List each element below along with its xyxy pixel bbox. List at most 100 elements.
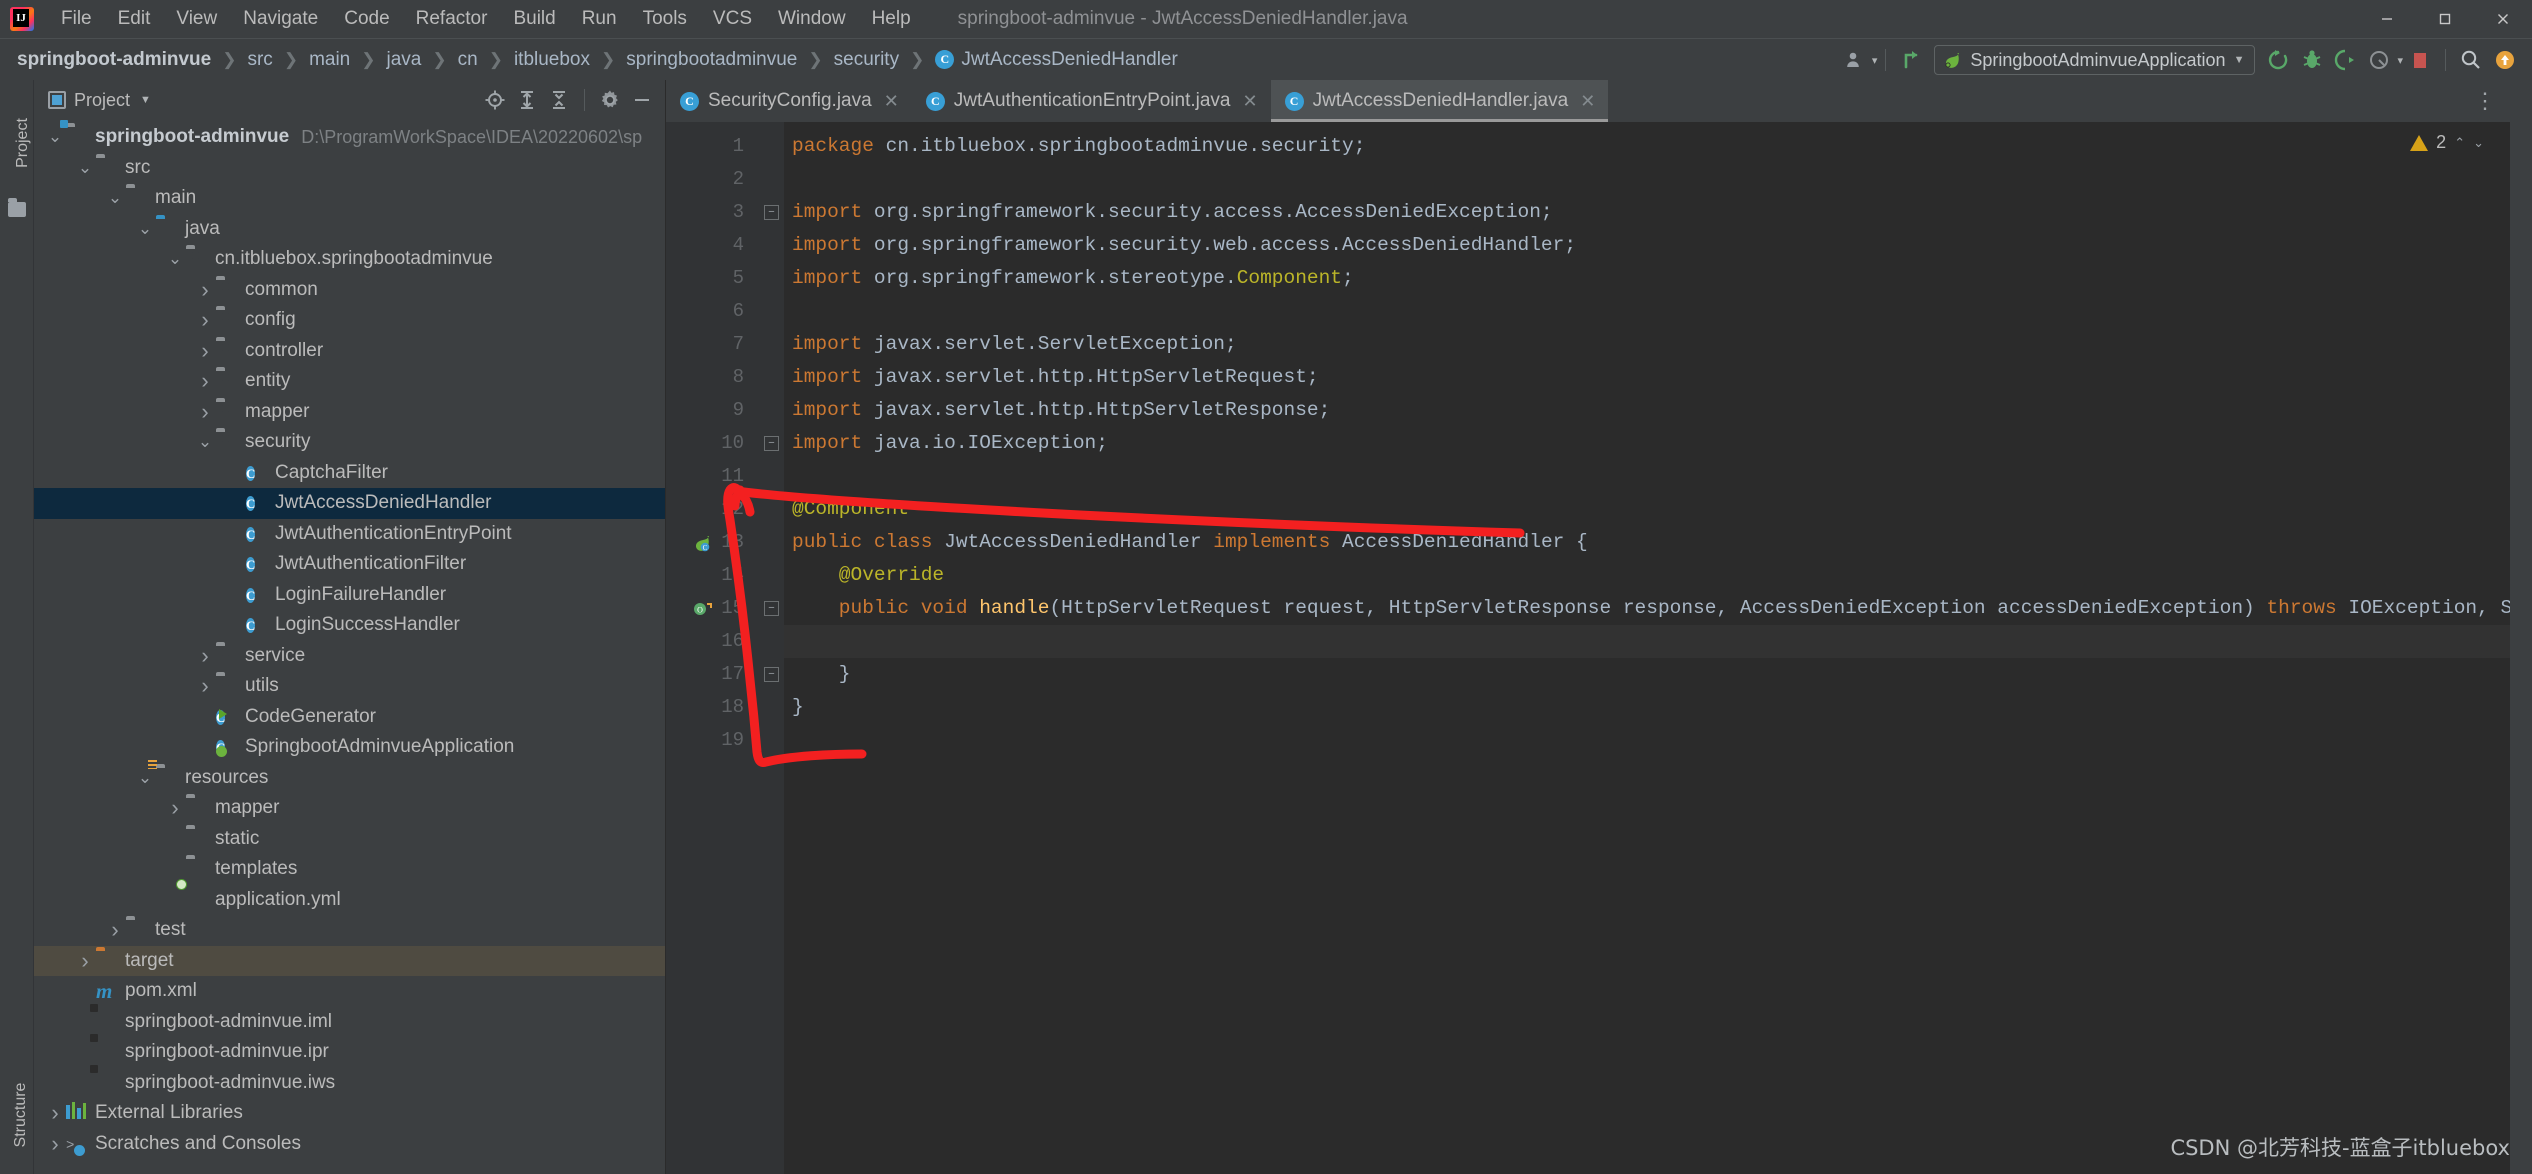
code-line[interactable]: import javax.servlet.http.HttpServletReq… xyxy=(784,361,2510,394)
code-line[interactable]: import org.springframework.stereotype.Co… xyxy=(784,262,2510,295)
line-number[interactable]: 18 xyxy=(666,691,758,724)
line-number[interactable]: 14 xyxy=(666,559,758,592)
menu-item-run[interactable]: Run xyxy=(569,0,630,38)
breadcrumb-item-springbootadminvue[interactable]: springbootadminvue xyxy=(623,49,800,71)
tree-node-entity[interactable]: ›entity xyxy=(34,366,665,397)
breadcrumb-item-security[interactable]: security xyxy=(831,49,902,71)
run-icon[interactable] xyxy=(2261,43,2295,77)
chevron-down-icon[interactable]: ⌄ xyxy=(44,130,66,144)
line-number[interactable]: 19 xyxy=(666,724,758,757)
code-line[interactable] xyxy=(784,295,2510,328)
code-line[interactable]: public class JwtAccessDeniedHandler impl… xyxy=(784,526,2510,559)
editor-tab-securityconfig-java[interactable]: CSecurityConfig.java✕ xyxy=(666,80,912,122)
chevron-right-icon[interactable]: › xyxy=(164,799,186,817)
code-line[interactable]: public void handle(HttpServletRequest re… xyxy=(784,592,2510,625)
code-line[interactable]: @Component xyxy=(784,493,2510,526)
tree-node-test[interactable]: ›test xyxy=(34,915,665,946)
tree-node-controller[interactable]: ›controller xyxy=(34,336,665,367)
tree-node-scratches-and-consoles[interactable]: ›>_Scratches and Consoles xyxy=(34,1129,665,1160)
close-tab-icon[interactable]: ✕ xyxy=(1580,91,1595,112)
tree-node-springboot-adminvue[interactable]: ⌄springboot-adminvueD:\ProgramWorkSpace\… xyxy=(34,122,665,153)
chevron-right-icon[interactable]: › xyxy=(194,342,216,360)
tree-node-springboot-adminvue-ipr[interactable]: springboot-adminvue.ipr xyxy=(34,1037,665,1068)
search-everywhere-icon[interactable] xyxy=(2454,43,2488,77)
code-line[interactable] xyxy=(784,625,2510,658)
notifications-icon[interactable] xyxy=(2488,43,2522,77)
chevron-right-icon[interactable]: › xyxy=(194,647,216,665)
tree-node-jwtauthenticationfilter[interactable]: CJwtAuthenticationFilter xyxy=(34,549,665,580)
chevron-down-icon[interactable]: ⌄ xyxy=(104,191,126,205)
code-line[interactable]: } xyxy=(784,658,2510,691)
tree-node-security[interactable]: ⌄security xyxy=(34,427,665,458)
hide-tool-window-icon[interactable] xyxy=(627,85,657,115)
code-editor[interactable]: 12345678910111213C1415O16171819 package … xyxy=(666,122,2510,1174)
editor-tab-jwtauthenticationentrypoint-java[interactable]: CJwtAuthenticationEntryPoint.java✕ xyxy=(912,80,1271,122)
menu-item-code[interactable]: Code xyxy=(331,0,402,38)
line-number[interactable]: 12 xyxy=(666,493,758,526)
code-line[interactable] xyxy=(784,163,2510,196)
line-number[interactable]: 13C xyxy=(666,526,758,559)
minimize-button[interactable] xyxy=(2358,0,2416,38)
stop-icon[interactable] xyxy=(2403,43,2437,77)
chevron-right-icon[interactable]: › xyxy=(104,921,126,939)
maximize-button[interactable] xyxy=(2416,0,2474,38)
breadcrumb-item-java[interactable]: java xyxy=(384,49,425,71)
tree-node-cn-itbluebox-springbootadminvue[interactable]: ⌄cn.itbluebox.springbootadminvue xyxy=(34,244,665,275)
tree-node-springboot-adminvue-iws[interactable]: springboot-adminvue.iws xyxy=(34,1068,665,1099)
tree-node-codegenerator[interactable]: CCodeGenerator xyxy=(34,702,665,733)
menu-item-refactor[interactable]: Refactor xyxy=(403,0,501,38)
chevron-down-icon[interactable]: ⌄ xyxy=(74,161,96,175)
code-line[interactable]: import org.springframework.security.acce… xyxy=(784,196,2510,229)
code-line[interactable]: import javax.servlet.ServletException; xyxy=(784,328,2510,361)
tree-node-static[interactable]: static xyxy=(34,824,665,855)
line-number[interactable]: 1 xyxy=(666,130,758,163)
editor-tabs-more-icon[interactable]: ⋮ xyxy=(2470,86,2500,116)
code-line[interactable]: package cn.itbluebox.springbootadminvue.… xyxy=(784,130,2510,163)
fold-region-toggle[interactable] xyxy=(764,667,779,682)
code-line[interactable]: import javax.servlet.http.HttpServletRes… xyxy=(784,394,2510,427)
chevron-down-icon[interactable]: ⌄ xyxy=(194,435,216,449)
code-line[interactable]: import java.io.IOException; xyxy=(784,427,2510,460)
tree-node-mapper[interactable]: ›mapper xyxy=(34,397,665,428)
line-number[interactable]: 15O xyxy=(666,592,758,625)
chevron-down-icon[interactable]: ⌄ xyxy=(134,222,156,236)
breadcrumb-item-springboot-adminvue[interactable]: springboot-adminvue xyxy=(14,49,214,71)
tree-node-java[interactable]: ⌄java xyxy=(34,214,665,245)
breadcrumb-current-file[interactable]: CJwtAccessDeniedHandler xyxy=(932,49,1181,71)
editor-tabs-overflow[interactable]: ⋮ xyxy=(2470,80,2500,122)
tree-node-src[interactable]: ⌄src xyxy=(34,153,665,184)
tree-node-springbootadminvueapplication[interactable]: CSpringbootAdminvueApplication xyxy=(34,732,665,763)
project-tree[interactable]: ⌄springboot-adminvueD:\ProgramWorkSpace\… xyxy=(34,120,665,1174)
line-number[interactable]: 6 xyxy=(666,295,758,328)
menu-item-edit[interactable]: Edit xyxy=(105,0,164,38)
breadcrumb-item-main[interactable]: main xyxy=(306,49,353,71)
inspection-widget[interactable]: 2 ⌃ ⌄ xyxy=(2410,132,2484,153)
previous-problem-icon[interactable]: ⌃ xyxy=(2454,135,2465,151)
code-line[interactable]: import org.springframework.security.web.… xyxy=(784,229,2510,262)
breadcrumb-item-cn[interactable]: cn xyxy=(455,49,481,71)
locate-icon[interactable] xyxy=(480,85,510,115)
tree-node-captchafilter[interactable]: CCaptchaFilter xyxy=(34,458,665,489)
tree-node-config[interactable]: ›config xyxy=(34,305,665,336)
line-number[interactable]: 9 xyxy=(666,394,758,427)
chevron-down-icon[interactable]: ⌄ xyxy=(134,771,156,785)
fold-region-toggle[interactable] xyxy=(764,205,779,220)
line-number[interactable]: 10 xyxy=(666,427,758,460)
tree-node-pom-xml[interactable]: mpom.xml xyxy=(34,976,665,1007)
line-number[interactable]: 3 xyxy=(666,196,758,229)
menu-item-help[interactable]: Help xyxy=(859,0,924,38)
sidebar-item-structure[interactable]: Structure xyxy=(4,1055,38,1174)
line-number[interactable]: 4 xyxy=(666,229,758,262)
run-with-coverage-icon[interactable] xyxy=(2329,43,2363,77)
menu-item-view[interactable]: View xyxy=(163,0,230,38)
line-number[interactable]: 5 xyxy=(666,262,758,295)
tree-node-loginsuccesshandler[interactable]: CLoginSuccessHandler xyxy=(34,610,665,641)
chevron-right-icon[interactable]: › xyxy=(74,952,96,970)
close-tab-icon[interactable]: ✕ xyxy=(1243,91,1258,112)
menu-item-navigate[interactable]: Navigate xyxy=(230,0,331,38)
run-configuration-selector[interactable]: SpringbootAdminvueApplication ▼ xyxy=(1934,45,2255,75)
tree-node-service[interactable]: ›service xyxy=(34,641,665,672)
expand-all-icon[interactable] xyxy=(512,85,542,115)
code-line[interactable] xyxy=(784,460,2510,493)
tree-node-target[interactable]: ›target xyxy=(34,946,665,977)
